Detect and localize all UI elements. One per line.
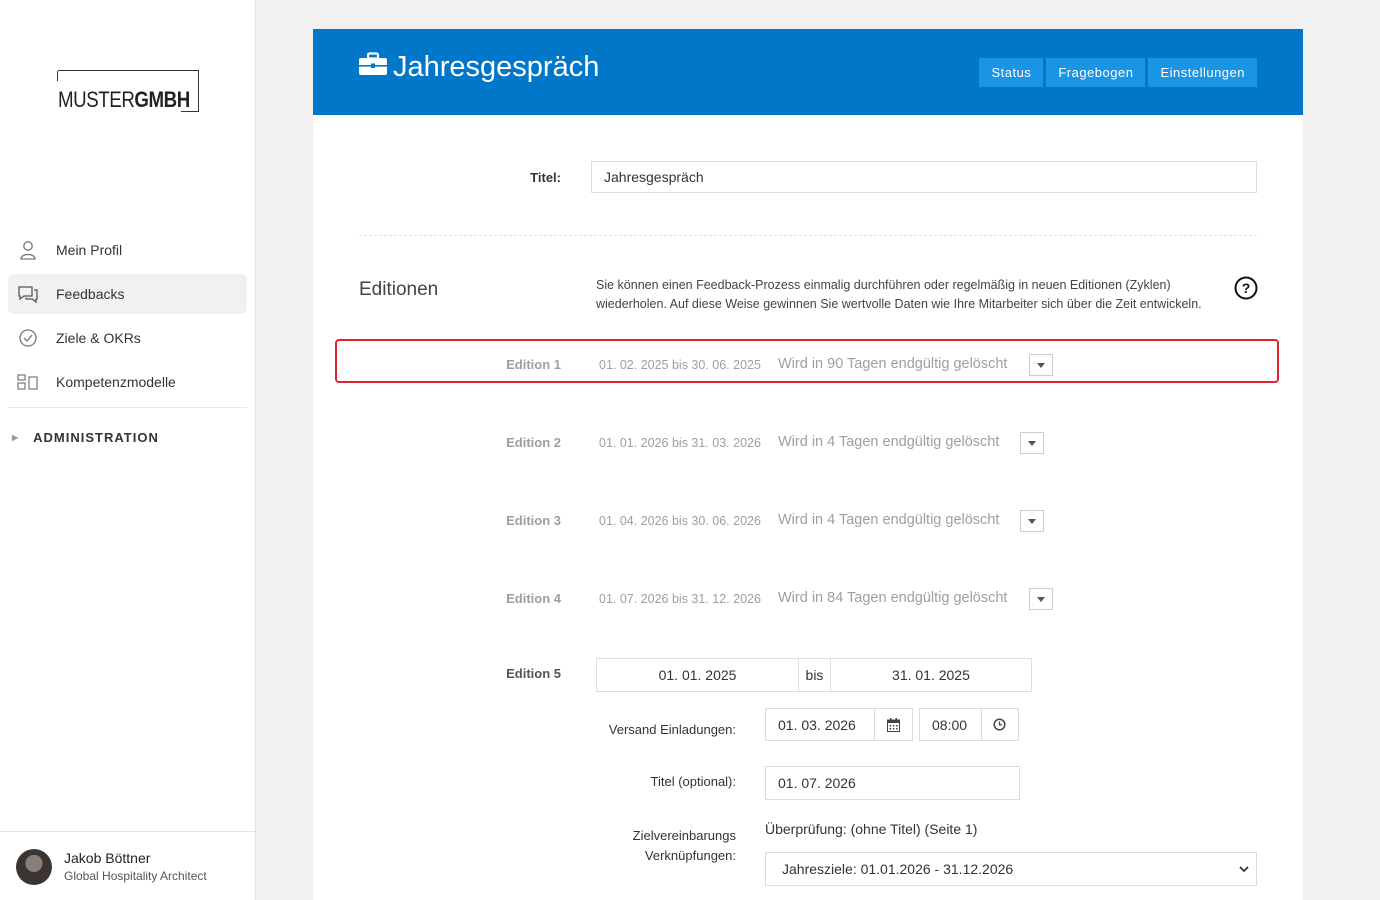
sidebar-item-label: Ziele & OKRs: [56, 330, 141, 346]
sidebar-item-label: Feedbacks: [56, 286, 125, 302]
help-icon[interactable]: ?: [1234, 276, 1258, 305]
edition-4-dropdown-button[interactable]: [1029, 588, 1053, 610]
titel-optional-label: Titel (optional):: [650, 774, 737, 789]
editions-heading: Editionen: [359, 279, 439, 300]
sidebar-item-mein-profil[interactable]: Mein Profil: [8, 230, 247, 270]
edition-1-dropdown-button[interactable]: [1029, 354, 1053, 376]
versand-label: Versand Einladungen:: [608, 722, 736, 737]
chevron-down-icon: [1238, 862, 1250, 878]
sidebar-item-label: Mein Profil: [56, 242, 123, 258]
company-logo[interactable]: MUSTERGMBH: [57, 70, 200, 114]
user-profile[interactable]: Jakob Böttner Global Hospitality Archite…: [0, 831, 255, 900]
edition-5-to-input[interactable]: 31. 01. 2025: [829, 659, 1031, 691]
avatar: [16, 849, 52, 885]
titel-optional-input[interactable]: 01. 07. 2026: [765, 766, 1020, 800]
versand-time-field: 08:00: [919, 708, 1019, 741]
calendar-icon[interactable]: [873, 709, 912, 740]
logo-text-light: MUSTER: [58, 87, 135, 112]
chat-icon: [16, 282, 40, 306]
sidebar-item-label: Kompetenzmodelle: [56, 374, 176, 390]
edition-3-dropdown-button[interactable]: [1020, 510, 1044, 532]
check-circle-icon: [16, 326, 40, 350]
card-header: Jahresgespräch Status Fragebogen Einstel…: [313, 29, 1303, 115]
edition-1-status: Wird in 90 Tagen endgültig gelöscht: [778, 356, 1008, 372]
edition-2-status: Wird in 4 Tagen endgültig gelöscht: [778, 434, 1000, 450]
page-title: Jahresgespräch: [359, 51, 599, 84]
ziel-uberprufung-text: Überprüfung: (ohne Titel) (Seite 1): [765, 821, 978, 837]
briefcase-icon: [359, 51, 387, 84]
edition-3-dates: 01. 04. 2026 bis 30. 06. 2026: [599, 514, 761, 528]
versand-date-field: 01. 03. 2026: [765, 708, 913, 741]
user-role: Global Hospitality Architect: [64, 869, 207, 883]
titel-optional-value: 01. 07. 2026: [778, 775, 856, 791]
edition-1-label: Edition 1: [506, 357, 561, 372]
ziel-label-line-1: Zielvereinbarungs: [632, 828, 736, 843]
edition-3-label: Edition 3: [506, 513, 561, 528]
clock-icon[interactable]: [980, 709, 1018, 740]
edition-5-from-input[interactable]: 01. 01. 2025: [597, 667, 798, 683]
ziel-label-line-2: Verknüpfungen:: [644, 848, 736, 863]
editions-description: Sie können einen Feedback-Prozess einmal…: [596, 278, 1202, 311]
edition-4-label: Edition 4: [506, 591, 561, 606]
edition-5-date-range: 01. 01. 2025 bis 31. 01. 2025: [596, 658, 1032, 692]
admin-label: ADMINISTRATION: [33, 430, 159, 445]
edition-1-dates: 01. 02. 2025 bis 30. 06. 2025: [599, 358, 761, 372]
status-button[interactable]: Status: [979, 58, 1044, 87]
edition-2-dropdown-button[interactable]: [1020, 432, 1044, 454]
sidebar-item-administration[interactable]: ▶ ADMINISTRATION: [12, 430, 159, 445]
sidebar-item-ziele-okrs[interactable]: Ziele & OKRs: [8, 318, 247, 358]
bis-addon: bis: [798, 659, 830, 691]
section-divider: [359, 235, 1257, 236]
edition-4-status: Wird in 84 Tagen endgültig gelöscht: [778, 590, 1008, 606]
edition-2-label: Edition 2: [506, 435, 561, 450]
sidebar-item-kompetenzmodelle[interactable]: Kompetenzmodelle: [8, 362, 247, 402]
sidebar: MUSTERGMBH Mein Profil Feedbacks Ziele &…: [0, 0, 256, 900]
ziel-select[interactable]: Jahresziele: 01.01.2026 - 31.12.2026: [765, 852, 1257, 886]
triangle-right-icon: ▶: [12, 433, 20, 442]
edition-5-label: Edition 5: [506, 666, 561, 681]
edition-3-status: Wird in 4 Tagen endgültig gelöscht: [778, 512, 1000, 528]
title-input[interactable]: Jahresgespräch: [591, 161, 1257, 193]
sidebar-nav: Mein Profil Feedbacks Ziele & OKRs Kompe…: [8, 230, 247, 406]
sidebar-item-feedbacks[interactable]: Feedbacks: [8, 274, 247, 314]
edition-4-dates: 01. 07. 2026 bis 31. 12. 2026: [599, 592, 761, 606]
versand-date-input[interactable]: 01. 03. 2026: [766, 717, 874, 733]
user-name: Jakob Böttner: [64, 850, 151, 866]
modules-icon: [16, 370, 40, 394]
page-title-text: Jahresgespräch: [393, 51, 600, 83]
fragebogen-button[interactable]: Fragebogen: [1046, 58, 1146, 87]
title-input-value: Jahresgespräch: [604, 169, 704, 185]
edition-2-dates: 01. 01. 2026 bis 31. 03. 2026: [599, 436, 761, 450]
nav-divider: [8, 407, 247, 408]
versand-time-input[interactable]: 08:00: [920, 717, 981, 733]
einstellungen-button[interactable]: Einstellungen: [1148, 58, 1257, 87]
feedback-card: Jahresgespräch Status Fragebogen Einstel…: [313, 29, 1303, 900]
header-button-group: Status Fragebogen Einstellungen: [979, 58, 1257, 87]
title-label: Titel:: [530, 170, 561, 185]
ziel-select-value: Jahresziele: 01.01.2026 - 31.12.2026: [782, 861, 1014, 877]
svg-text:?: ?: [1242, 280, 1251, 296]
logo-text-bold: GMBH: [134, 87, 190, 112]
user-icon: [16, 238, 40, 262]
